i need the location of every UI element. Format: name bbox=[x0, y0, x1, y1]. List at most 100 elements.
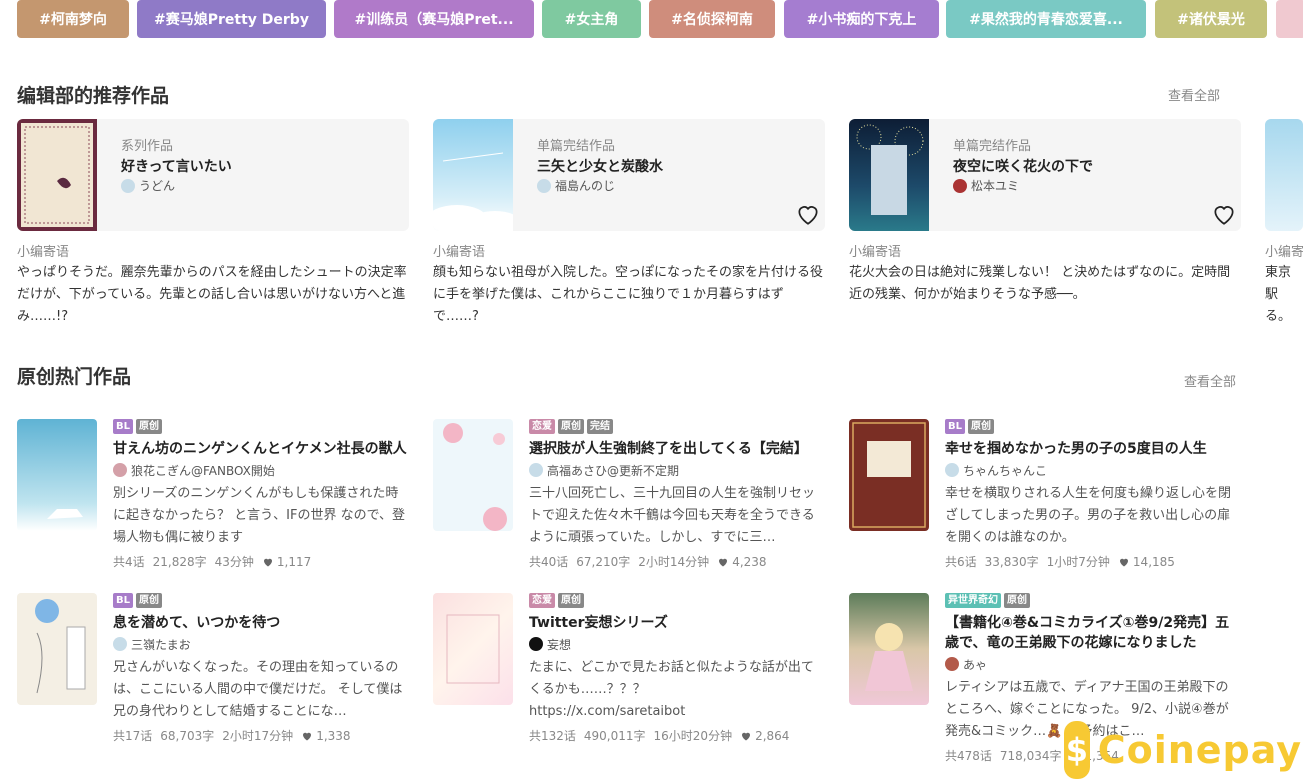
tag-chip[interactable]: #赛马娘Pretty Derby bbox=[137, 0, 326, 38]
work-description: 別シリーズのニンゲンくんがもしも保護された時に起きなかったら？ と言う、IFの世… bbox=[113, 486, 406, 545]
author-name: ちゃんちゃんこ bbox=[963, 463, 1048, 478]
episode-count: 共6话 bbox=[945, 555, 977, 569]
work-stats: 共17话 68,703字 2小时17分钟 1,338 bbox=[113, 727, 409, 744]
work-item[interactable]: BL 原创 息を潜めて、いつかを待つ 三嶺たまお 兄さんがいなくなった。その理由を… bbox=[17, 593, 409, 743]
section-title-popular: 原创热门作品 bbox=[17, 366, 132, 388]
author[interactable]: 高福あさひ@更新不定期 bbox=[529, 461, 825, 479]
author[interactable]: 妄想 bbox=[529, 635, 825, 653]
avatar bbox=[529, 637, 543, 651]
editor-note: 東京駅る。あた。 bbox=[1265, 265, 1291, 324]
author[interactable]: 松本ユミ bbox=[953, 177, 1019, 194]
author[interactable]: 福島んのじ bbox=[537, 177, 615, 194]
book-cover bbox=[1265, 119, 1303, 231]
tag-chip[interactable] bbox=[1276, 0, 1303, 38]
work-type: 系列作品 bbox=[121, 139, 174, 154]
episode-count: 共40话 bbox=[529, 555, 569, 569]
episode-count: 共17话 bbox=[113, 729, 153, 743]
book-cover bbox=[17, 119, 97, 231]
episode-count: 共132话 bbox=[529, 729, 576, 743]
work-title[interactable]: 息を潜めて、いつかを待つ bbox=[113, 613, 409, 633]
work-item[interactable]: BL 原创 甘えん坊のニンゲンくんとイケメン社長の獣人 狼花こぎん@FANBOX開… bbox=[17, 419, 409, 569]
work-item[interactable]: BL 原创 幸せを掴めなかった男の子の5度目の人生 ちゃんちゃんこ 幸せを横取りさ… bbox=[849, 419, 1241, 569]
read-time: 2小时17分钟 bbox=[222, 729, 294, 743]
avatar bbox=[113, 463, 127, 477]
book-cover bbox=[849, 419, 929, 531]
genre-badge: BL bbox=[113, 593, 133, 608]
work-item[interactable]: 恋爱 原创 Twitter妄想シリーズ 妄想 たまに、どこかで見たお話と似たような… bbox=[433, 593, 825, 743]
featured-card-partial[interactable]: 小编寄 東京駅る。あた。 bbox=[1265, 119, 1303, 328]
avatar bbox=[953, 178, 967, 193]
episode-count: 共4话 bbox=[113, 555, 145, 569]
book-cover bbox=[17, 419, 97, 531]
author[interactable]: うどん bbox=[121, 177, 175, 194]
tag-chip[interactable]: #果然我的青春恋爱喜... bbox=[946, 0, 1146, 38]
editor-note: 顔も知らない祖母が入院した。空っぽになったその家を片付ける役に手を挙げた僕は、こ… bbox=[433, 265, 824, 324]
book-cover bbox=[849, 593, 929, 705]
char-count: 718,034字 bbox=[999, 749, 1062, 763]
read-time: 1小时7分钟 bbox=[1046, 555, 1110, 569]
heart-icon[interactable] bbox=[795, 201, 821, 227]
work-stats: 共6话 33,830字 1小时7分钟 14,185 bbox=[945, 553, 1241, 570]
tag-chip[interactable]: #诸伏景光 bbox=[1155, 0, 1267, 38]
tag-chip[interactable]: #名侦探柯南 bbox=[649, 0, 775, 38]
author[interactable]: あゃ bbox=[945, 655, 1241, 673]
work-description: 三十八回死亡し、三十九回目の人生を強制リセットで迎えた佐々木千鶴は今回も天寿を全… bbox=[529, 486, 816, 545]
work-title[interactable]: 三矢と少女と炭酸水 bbox=[537, 156, 663, 176]
genre-badge: 异世界奇幻 bbox=[945, 593, 1001, 608]
work-title[interactable]: Twitter妄想シリーズ bbox=[529, 613, 825, 633]
section-title-editors: 编辑部的推荐作品 bbox=[17, 85, 170, 107]
author[interactable]: 狼花こぎん@FANBOX開始 bbox=[113, 461, 409, 479]
see-all-editors-link[interactable]: 查看全部 bbox=[1168, 85, 1220, 104]
genre-badge: BL bbox=[113, 419, 133, 434]
avatar bbox=[945, 463, 959, 477]
featured-card[interactable]: 单篇完结作品 夜空に咲く花火の下で 松本ユミ 小编寄语 花火大会の日は絶対に残業… bbox=[849, 119, 1241, 328]
book-cover bbox=[433, 593, 513, 705]
episode-count: 共478话 bbox=[945, 749, 992, 763]
tag-strip: #柯南梦向 #赛马娘Pretty Derby #训练员（赛马娘Pret... #… bbox=[17, 0, 1303, 38]
author-name: 福島んのじ bbox=[555, 179, 616, 193]
work-stats: 共132话 490,011字 16小时20分钟 2,864 bbox=[529, 727, 825, 744]
tag-chip[interactable]: #女主角 bbox=[542, 0, 641, 38]
work-title[interactable]: 甘えん坊のニンゲンくんとイケメン社長の獣人 bbox=[113, 439, 409, 459]
work-title[interactable]: 【書籍化④巻&コミカライズ①巻9/2発売】五歳で、竜の王弟殿下の花嫁になりました bbox=[945, 613, 1241, 653]
author[interactable]: ちゃんちゃんこ bbox=[945, 461, 1241, 479]
original-badge: 原创 bbox=[136, 593, 162, 608]
author-name: 妄想 bbox=[547, 637, 572, 652]
watermark-brand: Coinepay bbox=[1097, 728, 1302, 772]
work-item[interactable]: 恋爱 原创 完结 選択肢が人生強制終了を出してくる【完結】 高福あさひ@更新不定期 … bbox=[433, 419, 825, 569]
char-count: 21,828字 bbox=[152, 555, 207, 569]
char-count: 490,011字 bbox=[583, 729, 646, 743]
editor-note-label: 小编寄语 bbox=[849, 245, 902, 260]
work-title[interactable]: 好きって言いたい bbox=[121, 156, 232, 176]
tag-chip[interactable]: #小书痴的下克上 bbox=[784, 0, 939, 38]
author[interactable]: 三嶺たまお bbox=[113, 635, 409, 653]
work-title[interactable]: 夜空に咲く花火の下で bbox=[953, 156, 1093, 176]
featured-card[interactable]: 单篇完结作品 三矢と少女と炭酸水 福島んのじ 小编寄语 顔も知らない祖母が入院し… bbox=[433, 119, 825, 328]
heart-icon bbox=[1119, 558, 1128, 566]
tag-chip[interactable]: #训练员（赛马娘Pret... bbox=[334, 0, 534, 38]
work-type: 单篇完结作品 bbox=[537, 139, 616, 154]
work-type: 单篇完结作品 bbox=[953, 139, 1032, 154]
featured-card[interactable]: 系列作品 好きって言いたい うどん 小编寄语 やっぱりそうだ。麗奈先輩からのパス… bbox=[17, 119, 409, 328]
tag-chip[interactable]: #柯南梦向 bbox=[17, 0, 129, 38]
like-count: 14,185 bbox=[1132, 554, 1175, 569]
author-name: あゃ bbox=[963, 657, 988, 672]
read-time: 16小时20分钟 bbox=[653, 729, 733, 743]
avatar bbox=[113, 637, 127, 651]
original-badge: 原创 bbox=[558, 419, 584, 434]
avatar bbox=[121, 178, 135, 193]
work-title[interactable]: 選択肢が人生強制終了を出してくる【完結】 bbox=[529, 439, 825, 459]
editor-note-label: 小编寄语 bbox=[433, 245, 486, 260]
work-description: 兄さんがいなくなった。その理由を知っているのは、ここにいる人間の中で僕だけだ。 … bbox=[113, 660, 403, 719]
original-badge: 原创 bbox=[136, 419, 162, 434]
author-name: 三嶺たまお bbox=[131, 637, 191, 652]
work-title[interactable]: 幸せを掴めなかった男の子の5度目の人生 bbox=[945, 439, 1241, 459]
book-cover bbox=[433, 119, 521, 231]
genre-badge: BL bbox=[945, 419, 965, 434]
editor-note: 花火大会の日は絶対に残業しない！ と決めたはずなのに。定時間近の残業、何かが始ま… bbox=[849, 265, 1231, 302]
see-all-popular-link[interactable]: 查看全部 bbox=[1184, 371, 1236, 390]
read-time: 2小时14分钟 bbox=[638, 555, 710, 569]
book-cover bbox=[849, 119, 929, 231]
heart-icon bbox=[303, 732, 312, 740]
heart-icon[interactable] bbox=[1211, 201, 1237, 227]
